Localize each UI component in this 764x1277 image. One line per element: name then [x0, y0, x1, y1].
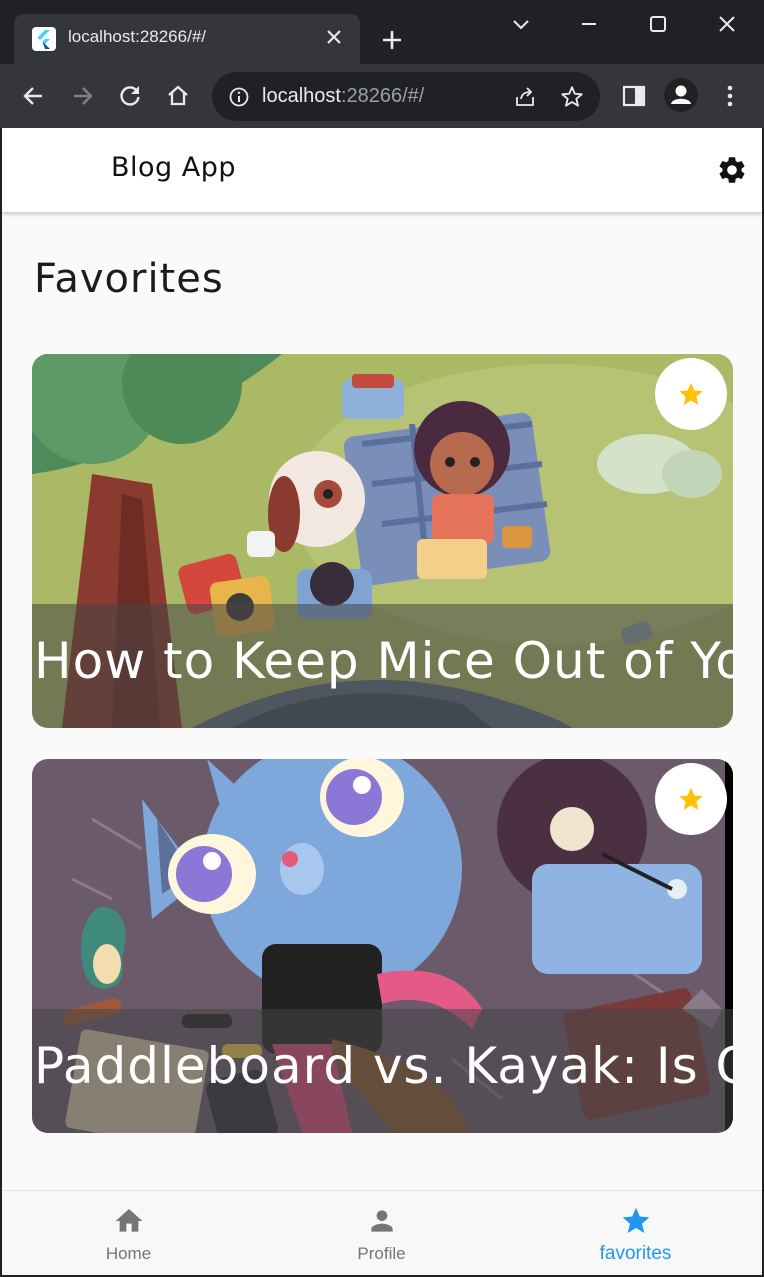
favorite-toggle-button[interactable] [655, 763, 727, 835]
post-card[interactable]: Paddleboard vs. Kayak: Is One Better? [32, 759, 733, 1133]
url-host: localhost [262, 85, 341, 107]
maximize-icon[interactable] [643, 10, 673, 40]
address-bar[interactable]: localhost:28266/#/ [212, 72, 600, 121]
new-tab-icon[interactable] [378, 26, 406, 54]
page-title: Favorites [34, 256, 224, 302]
person-icon [366, 1205, 398, 1237]
nav-item-profile[interactable]: Profile [255, 1191, 508, 1275]
app-viewport: Blog App Favorites How to Keep Mice Out … [2, 128, 762, 1275]
url-path: :28266/#/ [340, 85, 425, 107]
star-icon [679, 787, 703, 810]
close-window-icon[interactable] [712, 10, 742, 40]
nav-item-favorites[interactable]: favorites [509, 1191, 762, 1275]
nav-item-home[interactable]: Home [2, 1191, 255, 1275]
close-tab-icon[interactable] [322, 25, 346, 49]
home-icon[interactable] [164, 82, 192, 110]
nav-label-home: Home [105, 1244, 152, 1263]
app-bar: Blog App [2, 128, 762, 212]
browser-toolbar: localhost:28266/#/ [0, 64, 764, 128]
profile-avatar-icon[interactable] [664, 78, 698, 112]
card-title-overlay: How to Keep Mice Out of Your House [32, 604, 733, 728]
bookmark-star-icon[interactable] [559, 84, 585, 110]
forward-icon[interactable] [68, 82, 96, 110]
nav-label-favorites: favorites [599, 1243, 672, 1264]
tab-title: localhost:28266/#/ [68, 27, 206, 46]
minimize-icon[interactable] [574, 10, 604, 40]
more-menu-icon[interactable] [716, 82, 744, 110]
settings-gear-icon[interactable] [716, 154, 748, 186]
post-title: Paddleboard vs. Kayak: Is One Better? [34, 1037, 733, 1095]
card-title-overlay: Paddleboard vs. Kayak: Is One Better? [32, 1009, 733, 1133]
reload-icon[interactable] [116, 82, 144, 110]
post-title: How to Keep Mice Out of Your House [34, 632, 733, 690]
browser-tab-strip: localhost:28266/#/ [0, 0, 764, 64]
chevron-down-icon[interactable] [506, 10, 536, 40]
favorite-toggle-button[interactable] [655, 358, 727, 430]
site-info-icon[interactable] [228, 86, 250, 108]
app-title: Blog App [111, 152, 237, 183]
share-icon[interactable] [512, 84, 538, 110]
nav-label-profile: Profile [357, 1244, 406, 1263]
url-text: localhost:28266/#/ [262, 85, 424, 108]
star-icon [620, 1205, 652, 1237]
star-icon [679, 382, 703, 405]
bottom-navigation-bar: Home Profile favorites [2, 1190, 762, 1275]
flutter-favicon-icon [32, 27, 56, 51]
back-icon[interactable] [20, 82, 48, 110]
home-icon [113, 1205, 145, 1237]
browser-tab[interactable]: localhost:28266/#/ [14, 14, 360, 64]
side-panel-icon[interactable] [620, 82, 648, 110]
post-card[interactable]: How to Keep Mice Out of Your House [32, 354, 733, 728]
